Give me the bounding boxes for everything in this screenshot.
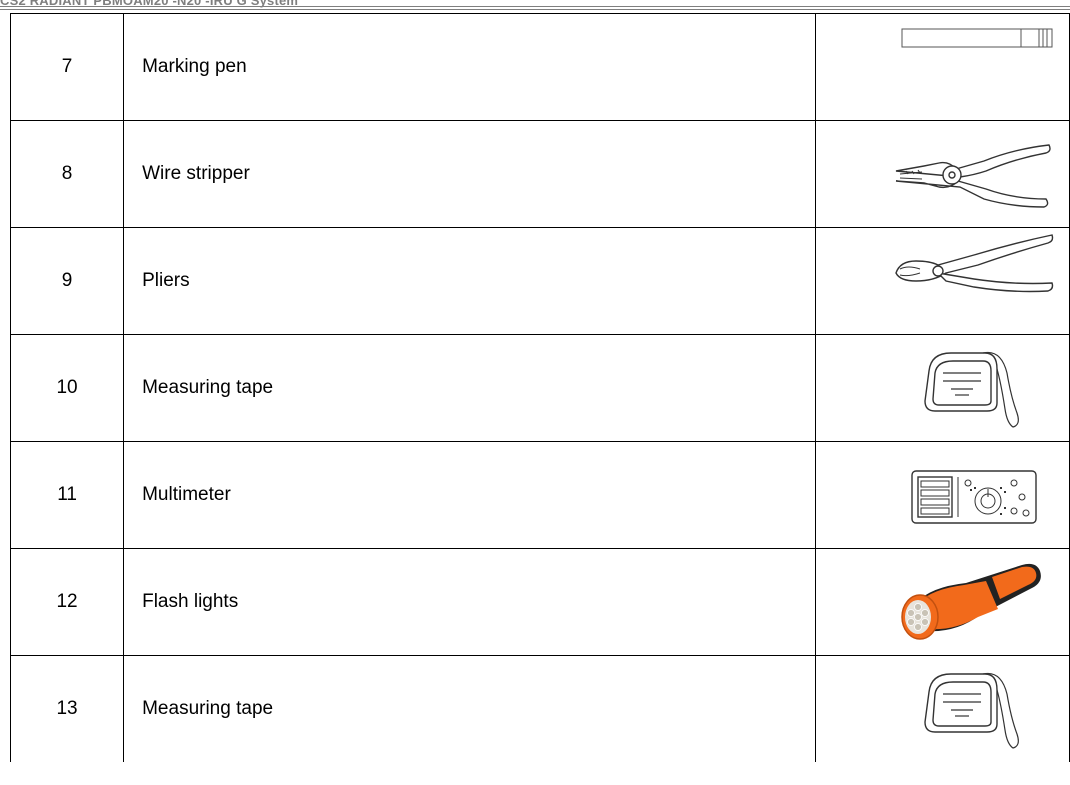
flashlight-icon (901, 563, 1042, 640)
item-name: Wire stripper (123, 120, 817, 228)
item-number: 10 (9, 334, 125, 442)
item-name: Multimeter (123, 441, 817, 549)
item-number: 12 (9, 548, 125, 656)
table-row: 12 Flash lights (9, 548, 1070, 656)
multimeter-icon (911, 470, 1038, 524)
table-row: 7 Marking pen (9, 13, 1070, 121)
item-name: Flash lights (123, 548, 817, 656)
tools-table: 7 Marking pen 8 Wire stripper 9 Pliers 1… (9, 13, 1070, 762)
item-name: Marking pen (123, 13, 817, 121)
item-image-cell (815, 334, 1070, 442)
item-name: Measuring tape (123, 655, 817, 762)
item-image-cell (815, 120, 1070, 228)
table-row: 11 Multimeter (9, 441, 1070, 549)
header-rule (0, 6, 1070, 7)
item-number: 8 (9, 120, 125, 228)
item-name: Pliers (123, 227, 817, 335)
marking-pen-icon (901, 28, 1053, 48)
item-number: 13 (9, 655, 125, 762)
item-image-cell (815, 655, 1070, 762)
item-image-cell (815, 441, 1070, 549)
table-row: 8 Wire stripper (9, 120, 1070, 228)
pliers-icon (895, 234, 1054, 293)
item-image-cell (815, 13, 1070, 121)
header-rule (0, 9, 1070, 10)
item-image-cell (815, 548, 1070, 656)
measuring-tape-icon (924, 351, 1020, 428)
item-number: 11 (9, 441, 125, 549)
table-row: 10 Measuring tape (9, 334, 1070, 442)
table-row: 9 Pliers (9, 227, 1070, 335)
item-number: 7 (9, 13, 125, 121)
wire-stripper-icon (896, 144, 1052, 208)
measuring-tape-icon (924, 672, 1020, 749)
item-number: 9 (9, 227, 125, 335)
table-row: 13 Measuring tape (9, 655, 1070, 762)
item-name: Measuring tape (123, 334, 817, 442)
item-image-cell (815, 227, 1070, 335)
